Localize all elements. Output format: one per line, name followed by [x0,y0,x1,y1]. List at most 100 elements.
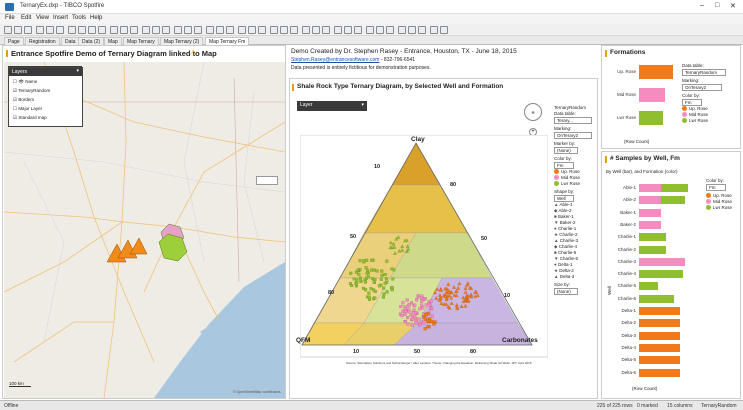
ternary-point[interactable] [433,320,437,324]
layer-row[interactable]: ☐ 👁 Name [13,79,37,85]
toolbar-button[interactable] [408,26,416,34]
toolbar-button[interactable] [110,26,118,34]
toolbar-button[interactable] [354,26,362,34]
layer-checkbox[interactable]: ☑ [13,97,17,102]
toolbar-button[interactable] [68,26,76,34]
ternary-point[interactable] [382,286,386,290]
toolbar-button[interactable] [56,26,64,34]
ternary-point[interactable] [373,278,377,282]
toolbar-button[interactable] [162,26,170,34]
toolbar-button[interactable] [386,26,394,34]
toolbar-button[interactable] [184,26,192,34]
ternary-point[interactable] [430,314,434,318]
ternary-point[interactable] [406,322,410,326]
ternary-point[interactable] [363,280,367,284]
ternary-point[interactable] [384,277,388,281]
color-legend-item[interactable]: Lwr Rose [554,181,596,187]
ternary-point[interactable] [423,327,427,331]
pan-control[interactable]: ✥ [524,103,542,121]
ternary-point[interactable] [366,268,370,272]
well-bar-segment[interactable] [639,233,667,242]
toolbar-button[interactable] [248,26,256,34]
ternary-point[interactable] [407,303,411,307]
ternary-point[interactable] [399,305,403,309]
menu-help[interactable]: Help [90,15,102,21]
ternary-point[interactable] [379,277,383,281]
toolbar-button[interactable] [280,26,288,34]
ternary-point[interactable] [418,307,422,311]
toolbar-button[interactable] [376,26,384,34]
ternary-point[interactable] [385,290,389,294]
ternary-point[interactable] [416,317,420,321]
maximize-button[interactable]: □ [715,2,719,9]
well-bar-segment[interactable] [639,196,661,205]
ternary-point[interactable] [415,298,419,302]
ternary-point[interactable] [352,277,356,281]
email-link[interactable]: Stephen.Rasey@entrancesoftware.com [291,57,379,63]
toolbar-button[interactable] [440,26,448,34]
ternary-point[interactable] [391,277,395,281]
ternary-point[interactable] [356,268,360,272]
ternary-point[interactable] [369,287,373,291]
tab-data-2[interactable]: Data (2) [78,37,105,45]
layer-checkbox[interactable]: ☑ [13,115,17,120]
formation-bar[interactable] [639,111,663,125]
size-by-select[interactable]: (None) [554,288,578,295]
ternary-point[interactable] [401,301,405,305]
toolbar-button[interactable] [366,26,374,34]
well-bar-segment[interactable] [660,196,686,205]
ternary-point[interactable] [383,273,387,277]
toolbar-button[interactable] [194,26,202,34]
toolbar-button[interactable] [216,26,224,34]
data-table-select[interactable]: Terary... [554,117,592,124]
ternary-point[interactable] [380,273,384,277]
formations-axis-label[interactable]: (Row Count) [624,139,649,144]
well-bar-segment[interactable] [639,319,680,328]
toolbar-button[interactable] [152,26,160,34]
toolbar-button[interactable] [206,26,214,34]
well-bar-segment[interactable] [639,208,661,217]
toolbar-button[interactable] [14,26,22,34]
ternary-point[interactable] [390,267,394,271]
toolbar-button[interactable] [174,26,182,34]
ternary-point[interactable] [407,310,411,314]
ternary-point[interactable] [416,294,420,298]
well-bar-segment[interactable] [639,343,680,352]
ternary-point[interactable] [413,303,417,307]
ternary-point[interactable] [428,319,432,323]
legend-item[interactable]: Lwr Rose [706,205,732,211]
tab-map-ternary-2[interactable]: Map Ternary (2) [160,37,204,45]
layers-collapse-icon[interactable]: ▾ [76,68,79,74]
minimize-button[interactable]: – [700,2,704,9]
well-legend-item[interactable]: ▲ Delta-3 [554,274,596,280]
toolbar-button[interactable] [226,26,234,34]
ternary-point[interactable] [370,277,374,281]
ternary-point[interactable] [411,317,415,321]
ternary-point[interactable] [359,278,363,282]
well-bar-segment[interactable] [639,257,686,266]
layer-checkbox[interactable]: ☐ [13,106,17,111]
ternary-point[interactable] [430,319,434,323]
map-zoom-tools[interactable] [256,176,278,185]
ternary-point[interactable] [422,297,426,301]
menu-insert[interactable]: Insert [53,15,68,21]
well-bar-segment[interactable] [639,307,680,315]
ternary-diagram[interactable] [300,135,548,397]
well-bar-segment[interactable] [639,270,683,279]
well-bar-segment[interactable] [639,220,661,229]
well-bar-segment[interactable] [639,184,661,192]
toolbar-button[interactable] [344,26,352,34]
menu-file[interactable]: File [5,15,15,21]
toolbar-button[interactable] [430,26,438,34]
ternary-point[interactable] [418,322,422,326]
menu-view[interactable]: View [36,15,49,21]
ternary-point[interactable] [406,316,410,320]
ternary-point[interactable] [357,272,361,276]
ternary-point[interactable] [421,306,425,310]
ternary-point[interactable] [348,282,352,286]
menu-edit[interactable]: Edit [21,15,31,21]
well-bar-segment[interactable] [639,294,675,303]
ternary-point[interactable] [426,325,430,329]
ternary-point[interactable] [355,278,359,282]
well-bar-segment[interactable] [639,356,680,365]
